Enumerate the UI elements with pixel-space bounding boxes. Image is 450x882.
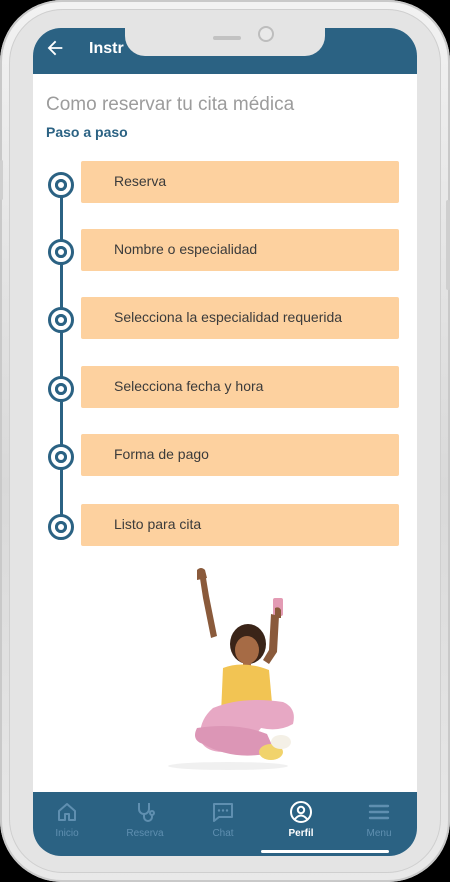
step-marker (48, 514, 74, 540)
profile-icon (290, 801, 312, 823)
nav-item-menu[interactable]: Menu (349, 800, 409, 850)
chat-icon (213, 803, 233, 822)
app-screen: Instr Como reservar tu cita médica Paso … (33, 28, 417, 856)
step-label: Reserva (114, 173, 167, 189)
woman-selfie-illustration (168, 568, 294, 770)
steps-list: Reserva Nombre o especialidad Selecciona… (33, 28, 417, 588)
step-label: Listo para cita (114, 516, 202, 532)
home-icon (58, 803, 76, 821)
nav-item-reserva[interactable]: Reserva (115, 800, 175, 850)
phone-volume-button (0, 160, 3, 200)
step-marker (48, 307, 74, 333)
step-label: Nombre o especialidad (114, 241, 258, 257)
step-card-listo-cita[interactable]: Listo para cita (81, 504, 399, 546)
nav-item-perfil[interactable]: Perfil (271, 800, 331, 850)
step-card-forma-pago[interactable]: Forma de pago (81, 434, 399, 476)
step-marker (48, 172, 74, 198)
nav-label: Perfil (288, 828, 314, 839)
step-card-reserva[interactable]: Reserva (81, 161, 399, 203)
phone-notch (125, 28, 325, 56)
home-indicator (261, 850, 389, 853)
nav-label: Reserva (126, 828, 164, 839)
step-card-especialidad-requerida[interactable]: Selecciona la especialidad requerida (81, 297, 399, 339)
nav-item-chat[interactable]: Chat (193, 800, 253, 850)
nav-label: Menu (366, 828, 392, 839)
nav-label: Inicio (55, 828, 79, 839)
nav-item-inicio[interactable]: Inicio (37, 800, 97, 850)
step-marker (48, 444, 74, 470)
front-camera (258, 26, 274, 42)
stethoscope-icon (138, 803, 155, 822)
step-label: Forma de pago (114, 446, 209, 462)
menu-icon (368, 804, 390, 820)
step-card-nombre-especialidad[interactable]: Nombre o especialidad (81, 229, 399, 271)
step-marker (48, 376, 74, 402)
timeline-line (60, 182, 63, 526)
step-marker (48, 239, 74, 265)
step-label: Selecciona fecha y hora (114, 378, 264, 394)
phone-frame: Instr Como reservar tu cita médica Paso … (0, 0, 450, 882)
notch-speaker (213, 36, 241, 40)
bottom-navigation: Inicio Reserva Chat Perfil Menu (33, 792, 417, 856)
step-label: Selecciona la especialidad requerida (114, 309, 343, 325)
nav-label: Chat (212, 828, 234, 839)
phone-side-button (446, 200, 450, 290)
step-card-fecha-hora[interactable]: Selecciona fecha y hora (81, 366, 399, 408)
